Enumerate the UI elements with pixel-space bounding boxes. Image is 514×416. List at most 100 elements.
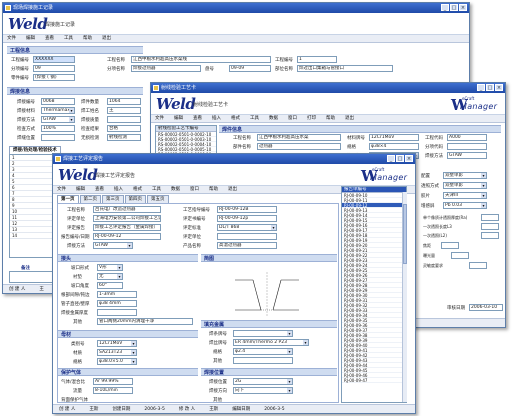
filler-wire-select[interactable]: ER 4mm/Thermo 2 P23 xyxy=(233,339,309,346)
menu-item[interactable]: 查看 xyxy=(95,187,104,192)
menu-item[interactable]: 帮助 xyxy=(209,187,218,192)
minimize-button[interactable]: _ xyxy=(477,84,485,91)
menu-item[interactable]: 插入 xyxy=(212,116,221,121)
tab-page-1[interactable]: 第一页 xyxy=(57,195,79,203)
film-select[interactable]: 天津III xyxy=(443,192,487,199)
backing-select[interactable]: 无 xyxy=(97,273,123,280)
item-code-field[interactable] xyxy=(447,143,487,150)
filler-other-field[interactable] xyxy=(233,357,293,364)
welder-name-field[interactable]: 王 xyxy=(107,107,141,114)
item-name-field[interactable]: 焊接过热器 xyxy=(131,65,201,72)
component-field[interactable]: (焊接 ( 钢) xyxy=(33,74,75,81)
maximize-button[interactable]: □ xyxy=(486,84,494,91)
weld-method-select[interactable]: GTAW xyxy=(41,116,75,123)
part-name-field[interactable]: 过热器 xyxy=(257,143,341,150)
tab-page-2[interactable]: 第二页 xyxy=(79,195,101,203)
menu-item[interactable]: 查看 xyxy=(45,36,54,41)
weld-method-field[interactable]: GTAW xyxy=(447,152,487,159)
menu-item[interactable]: 工具 xyxy=(250,116,259,121)
root-gap-field[interactable]: 1-3mm xyxy=(97,291,137,298)
weld-position-field[interactable] xyxy=(41,134,75,141)
scrollbar-thumb[interactable] xyxy=(403,204,407,264)
spec-field[interactable]: φ38×4 xyxy=(369,143,419,150)
eval-standard-select[interactable]: DL/T 868 xyxy=(217,224,277,231)
eval-unit-right-field[interactable] xyxy=(217,233,277,240)
weld-number-field[interactable]: 0068 xyxy=(41,98,75,105)
weld-quality-field[interactable] xyxy=(107,116,141,123)
weld-metal-thickness-field[interactable] xyxy=(97,309,137,316)
material-grade-field[interactable]: 12Cr1MoV xyxy=(369,134,419,141)
pqr-number-field[interactable]: RJ-00-09-12p xyxy=(217,215,277,222)
project-name-field[interactable]: 江西中粮水利超高压水渠线 xyxy=(131,56,271,63)
menu-item[interactable]: 工具 xyxy=(152,187,161,192)
eval-unit-field[interactable]: 上海电力安装第二公司焊接工艺试验 xyxy=(93,215,161,222)
project-name-field[interactable]: 江西中粮水利超高压水渠 xyxy=(257,134,341,141)
screen-select[interactable]: Pb 0.03 xyxy=(443,202,487,209)
direction-select[interactable]: 向下 xyxy=(233,387,293,394)
pipe-size-field[interactable]: φ38 4mm xyxy=(97,300,137,307)
ndt-field[interactable]: 射线检测 xyxy=(107,134,141,141)
groove-type-select[interactable]: V形 xyxy=(97,264,123,271)
product-name-field[interactable]: 高温过热器 xyxy=(217,242,277,249)
audit-date-field[interactable]: 2006-03-10 xyxy=(469,304,503,311)
menu-item[interactable]: 退出 xyxy=(102,36,111,41)
tab-page-5[interactable]: 第五页 xyxy=(147,195,169,203)
menu-item[interactable]: 文件 xyxy=(57,187,66,192)
inspect-result-field[interactable]: 合格 xyxy=(107,125,141,132)
flow-rate-field[interactable]: 8-10L/min xyxy=(93,387,133,394)
filler-spec-select[interactable]: φ2.4 xyxy=(233,348,293,355)
menu-item[interactable]: 帮助 xyxy=(83,36,92,41)
distance-field[interactable] xyxy=(441,242,459,249)
maximize-button[interactable]: □ xyxy=(396,155,404,162)
project-name-field[interactable]: 吕氏电厂改造过热器 xyxy=(93,206,161,213)
weld-count-field[interactable]: 1064 xyxy=(107,98,141,105)
menu-item[interactable]: 退出 xyxy=(228,187,237,192)
menu-item[interactable]: 文件 xyxy=(155,116,164,121)
joint-other-field[interactable]: 管口两侧20mm内清理干净 xyxy=(97,318,193,325)
tab-page-3[interactable]: 第三页 xyxy=(102,195,124,203)
weld-material-select[interactable]: Thermamax Cr xyxy=(41,107,75,114)
position-select[interactable]: 2G xyxy=(233,378,293,385)
menu-item[interactable]: 数据 xyxy=(269,116,278,121)
length-field[interactable] xyxy=(481,223,499,230)
menu-item[interactable]: 打印 xyxy=(307,116,316,121)
material-select[interactable]: SA213T23 xyxy=(97,349,137,356)
sensitivity-field[interactable] xyxy=(469,262,487,269)
inspect-mode-field[interactable]: 100% xyxy=(41,125,75,132)
minimize-button[interactable]: _ xyxy=(441,4,449,11)
shot-field[interactable] xyxy=(481,232,499,239)
weld-method-select[interactable]: GTAW xyxy=(93,242,133,249)
report-number-field[interactable]: RJ-00-09-12 xyxy=(93,233,161,240)
menu-item[interactable]: 退出 xyxy=(345,116,354,121)
project-code-field[interactable]: 1 xyxy=(297,56,337,63)
iqi-field[interactable] xyxy=(481,214,499,221)
wps-number-field[interactable]: RJ-00-09-12B xyxy=(217,206,277,213)
menu-item[interactable]: 帮助 xyxy=(326,116,335,121)
maximize-button[interactable]: □ xyxy=(450,4,458,11)
menu-item[interactable]: 格式 xyxy=(231,116,240,121)
minimize-button[interactable]: _ xyxy=(387,155,395,162)
part-name-field[interactable]: 焊过出口集箱与管接口 xyxy=(297,65,393,72)
item-number-field[interactable]: 09 xyxy=(33,65,75,72)
close-button[interactable]: × xyxy=(459,4,467,11)
menu-item[interactable]: 编辑 xyxy=(76,187,85,192)
eval-report-field[interactable]: 焊接工艺评定报告（金属焊接） xyxy=(93,224,161,231)
menu-item[interactable]: 文件 xyxy=(7,36,16,41)
config-select[interactable]: 双壁单影 xyxy=(443,172,487,179)
electrode-select[interactable] xyxy=(233,330,293,337)
menu-item[interactable]: 数据 xyxy=(171,187,180,192)
menu-item[interactable]: 插入 xyxy=(114,187,123,192)
exposure-field[interactable] xyxy=(451,252,469,259)
close-button[interactable]: × xyxy=(405,155,413,162)
exposure-mode-select[interactable]: 双壁单影 xyxy=(443,182,487,189)
close-button[interactable]: × xyxy=(495,84,503,91)
menu-item[interactable]: 编辑 xyxy=(26,36,35,41)
project-code-field[interactable]: A000 xyxy=(447,134,487,141)
menu-item[interactable]: 窗口 xyxy=(288,116,297,121)
spec-select[interactable]: φ38.0×5.0 xyxy=(97,358,137,365)
gas-field[interactable]: Ar 99.99% xyxy=(93,378,133,385)
menu-item[interactable]: 窗口 xyxy=(190,187,199,192)
menu-item[interactable]: 格式 xyxy=(133,187,142,192)
menu-item[interactable]: 查看 xyxy=(193,116,202,121)
groove-angle-field[interactable]: 60° xyxy=(97,282,123,289)
